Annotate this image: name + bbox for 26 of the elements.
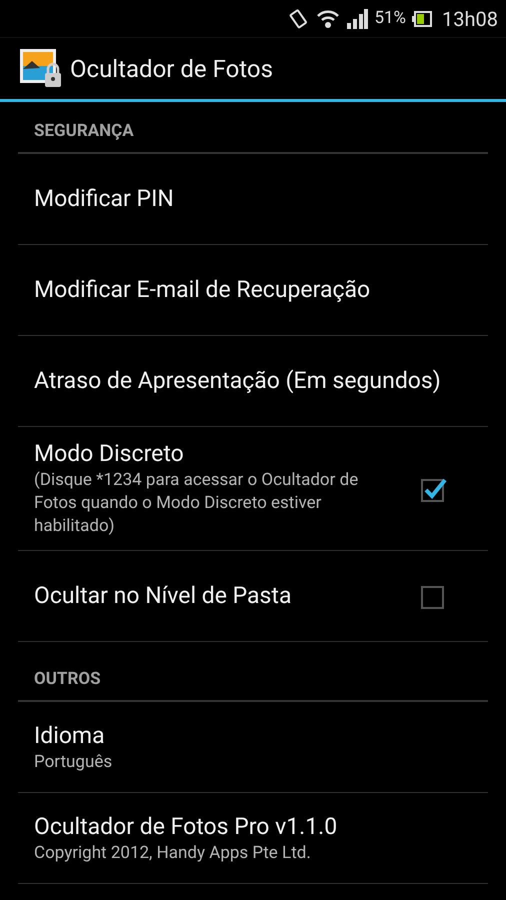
- clock: 13h08: [442, 6, 498, 32]
- item-summary: Português: [34, 750, 114, 774]
- preference-item[interactable]: Atraso de Apresentação (Em segundos): [18, 336, 488, 427]
- item-title: Modificar E-mail de Recuperação: [34, 275, 372, 305]
- preference-item[interactable]: Ocultar no Nível de Pasta: [18, 551, 488, 642]
- battery-icon: [412, 10, 432, 26]
- item-title: Ocultar no Nível de Pasta: [34, 581, 292, 611]
- item-title: Ocultador de Fotos Pro v1.1.0: [34, 812, 338, 842]
- item-summary: (Disque *1234 para acessar o Ocultador de Fotos quando o Modo Discreto estiver habilitado): [34, 469, 360, 538]
- app-title: Ocultador de Fotos: [70, 54, 273, 84]
- preference-item[interactable]: Modificar E-mail de Recuperação: [18, 245, 488, 336]
- signal-icon: [346, 8, 368, 28]
- section-header: OUTROS: [34, 668, 101, 690]
- preference-item[interactable]: Ocultador de Fotos Pro v1.1.0 Copyright 2012, Handy Apps Pte Ltd.: [18, 793, 488, 884]
- item-title: Modificar PIN: [34, 184, 175, 214]
- preference-item[interactable]: Idioma Português: [18, 702, 488, 793]
- section-header: SEGURANÇA: [34, 120, 134, 142]
- preference-item[interactable]: Modificar PIN: [18, 154, 488, 245]
- battery-percent: 51%: [374, 6, 406, 30]
- app-icon: [20, 48, 62, 88]
- item-summary: Copyright 2012, Handy Apps Pte Ltd.: [34, 842, 312, 864]
- preference-item[interactable]: Modo Discreto (Disque *1234 para acessar o Ocultador de Fotos quando o Modo Discreto estiver habilitado): [18, 427, 488, 551]
- wifi-icon: [316, 8, 340, 30]
- item-title: Atraso de Apresentação (Em segundos): [34, 366, 442, 396]
- item-title: Modo Discreto: [34, 439, 185, 469]
- item-title: Idioma: [34, 720, 106, 750]
